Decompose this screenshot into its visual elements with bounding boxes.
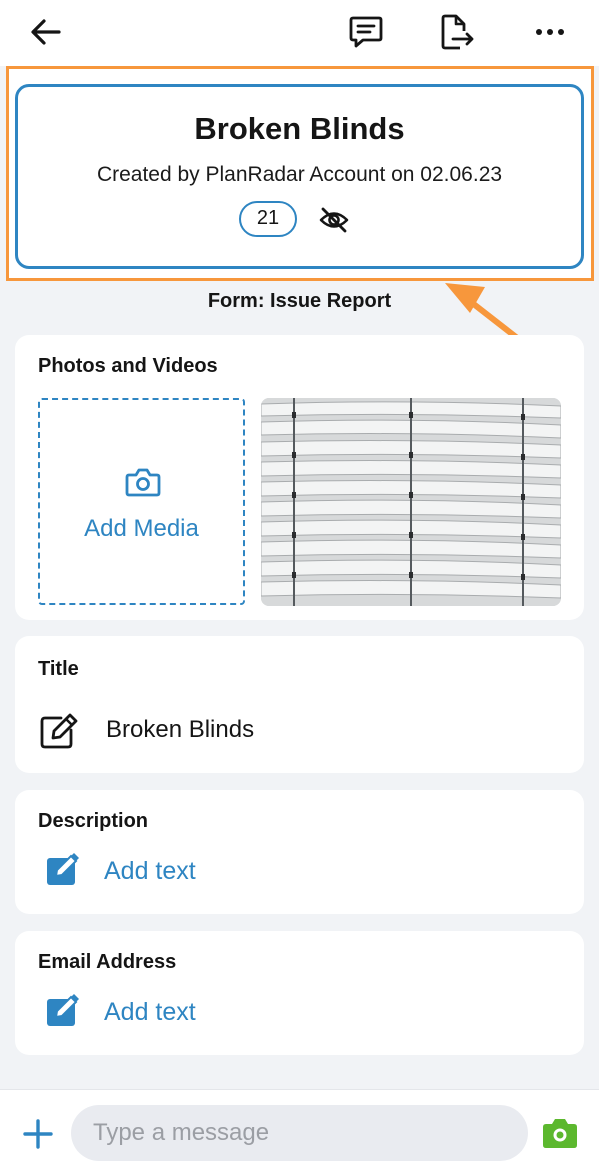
- blinds-photo: [261, 398, 561, 606]
- description-heading: Description: [38, 810, 149, 832]
- edit-icon[interactable]: [45, 994, 81, 1028]
- message-input[interactable]: [71, 1105, 528, 1161]
- issue-number-badge[interactable]: 21: [239, 201, 297, 237]
- message-composer: [0, 1089, 599, 1176]
- issue-title: Broken Blinds: [194, 111, 405, 146]
- export-button[interactable]: [434, 10, 478, 54]
- email-add-text[interactable]: Add text: [104, 998, 196, 1027]
- back-button[interactable]: [24, 10, 68, 54]
- top-app-bar: [0, 0, 599, 66]
- blinds-photo-thumbnail[interactable]: [261, 398, 561, 606]
- export-icon: [441, 14, 474, 50]
- description-card: Description Add text: [15, 790, 584, 914]
- title-heading: Title: [38, 658, 79, 680]
- arrow-left-icon: [31, 19, 61, 45]
- created-by-text: Created by PlanRadar Account on 02.06.23: [96, 163, 503, 186]
- eye-off-icon[interactable]: [318, 206, 350, 234]
- photos-videos-card: Photos and Videos Add Media: [15, 335, 584, 620]
- issue-header-card: Broken Blinds Created by PlanRadar Accou…: [15, 84, 584, 269]
- edit-icon[interactable]: [45, 853, 81, 887]
- comment-icon: [349, 16, 383, 48]
- title-value[interactable]: Broken Blinds: [106, 716, 254, 744]
- camera-outline-icon: [125, 468, 161, 497]
- photos-videos-heading: Photos and Videos: [38, 355, 218, 377]
- email-address-card: Email Address Add text: [15, 931, 584, 1055]
- email-address-heading: Email Address: [38, 951, 177, 973]
- add-media-label: Add Media: [84, 515, 199, 542]
- form-type-label: Form: Issue Report: [207, 290, 392, 312]
- add-media-button[interactable]: Add Media: [38, 398, 245, 605]
- edit-icon[interactable]: [39, 712, 79, 750]
- title-card: Title Broken Blinds: [15, 636, 584, 773]
- more-horizontal-icon: [536, 29, 564, 35]
- comment-button[interactable]: [344, 10, 388, 54]
- plus-icon[interactable]: [22, 1118, 54, 1150]
- camera-filled-icon[interactable]: [541, 1116, 579, 1150]
- description-add-text[interactable]: Add text: [104, 857, 196, 886]
- more-options-button[interactable]: [528, 10, 572, 54]
